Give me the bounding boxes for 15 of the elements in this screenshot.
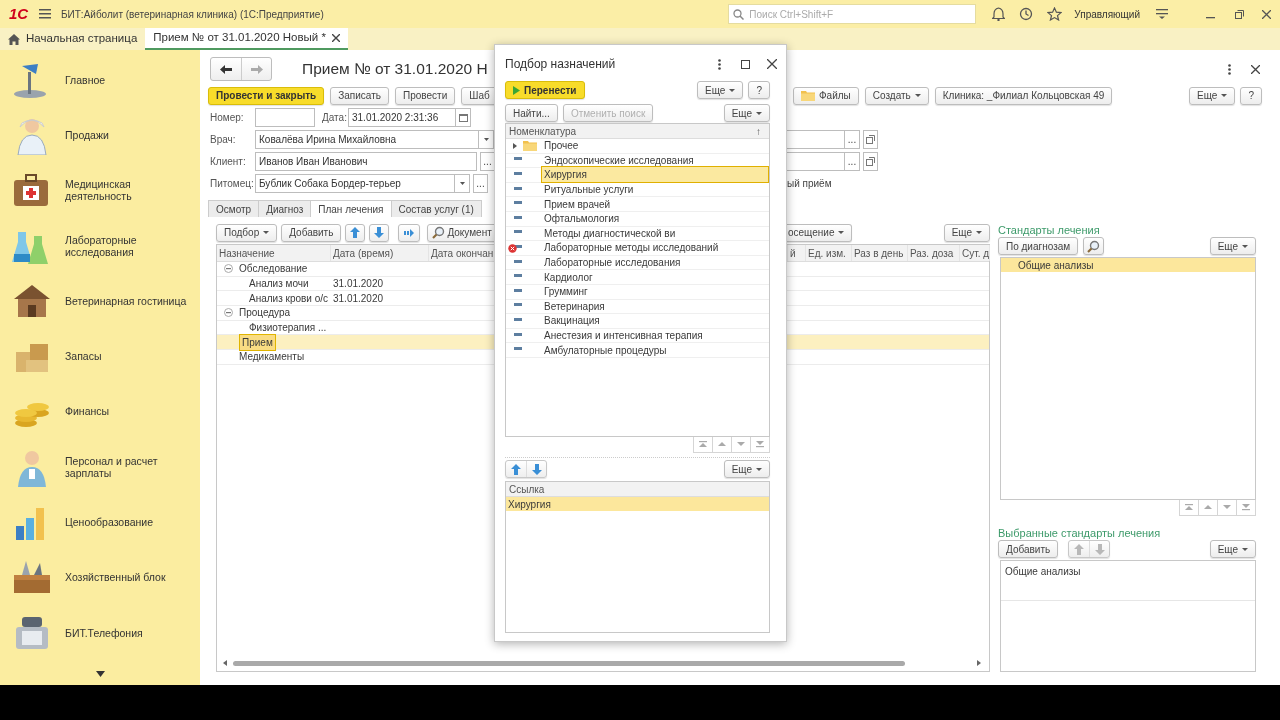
panel-title: Стандарты лечения: [998, 223, 1101, 237]
field-label: Питомец:: [210, 177, 255, 191]
table-cell-text: 31.01.2020: [333, 277, 384, 292]
sort-indicator: ↑: [756, 124, 761, 139]
field-label: Дата:: [322, 111, 348, 125]
form-title: Прием № от 31.01.2020 Н: [302, 59, 488, 80]
logo: 1С: [9, 3, 30, 24]
panel-title: Выбранные стандарты лечения: [998, 526, 1162, 540]
field-label: Номер:: [210, 111, 245, 125]
field-label: Врач:: [210, 133, 237, 147]
field-label: Клиент:: [210, 155, 247, 169]
table-cell-text: 31.01.2020: [333, 291, 384, 306]
dialog-title: Подбор назначений: [505, 56, 616, 73]
app-title: БИТ:Айболит (ветеринарная клиника) (1С:Предприятие): [61, 7, 324, 22]
checkbox-label: ый приём: [787, 177, 832, 191]
